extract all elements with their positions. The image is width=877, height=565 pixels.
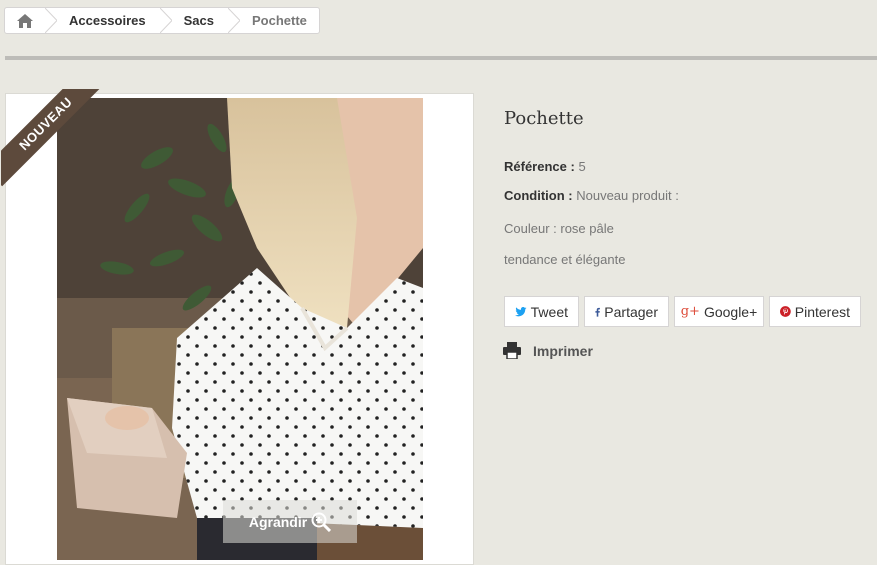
twitter-icon [515, 306, 527, 316]
product-image-panel: Agrandir NOUVEAU [1, 89, 474, 565]
breadcrumb-separator-icon [159, 8, 172, 33]
google-plus-icon: g+ [680, 304, 700, 319]
condition-label: Condition : [504, 188, 573, 203]
breadcrumb-current: Pochette [228, 8, 319, 33]
share-label: Partager [604, 303, 658, 320]
print-label: Imprimer [533, 342, 593, 359]
condition-value: Nouveau produit : [576, 188, 679, 203]
home-icon [17, 13, 33, 28]
reference-label: Référence : [504, 159, 575, 174]
breadcrumb-separator-icon [45, 8, 57, 33]
new-badge: NOUVEAU [1, 89, 101, 189]
facebook-share-button[interactable]: Partager [584, 296, 669, 327]
pinterest-button[interactable]: Pinterest [769, 296, 861, 327]
enlarge-button[interactable]: Agrandir [223, 500, 357, 543]
breadcrumb-separator-icon [228, 8, 240, 33]
pinterest-icon [780, 306, 791, 317]
product-title: Pochette [504, 108, 584, 129]
product-photo-image [57, 98, 423, 560]
tweet-button[interactable]: Tweet [504, 296, 579, 327]
breadcrumb-item-sacs[interactable]: Sacs [159, 8, 228, 33]
printer-icon [503, 342, 521, 359]
google-plus-button[interactable]: g+ Google+ [674, 296, 764, 327]
product-condition: Condition : Nouveau produit : [504, 188, 679, 203]
breadcrumb-home[interactable] [5, 8, 45, 33]
zoom-in-icon [311, 512, 332, 532]
enlarge-label: Agrandir [248, 513, 308, 530]
product-description-line: Couleur : rose pâle [504, 221, 614, 236]
new-badge-label: NOUVEAU [1, 89, 101, 187]
breadcrumb-item-accessoires[interactable]: Accessoires [45, 8, 160, 33]
breadcrumb-current-label: Pochette [252, 13, 307, 28]
breadcrumb: Accessoires Sacs Pochette [4, 7, 320, 34]
tweet-label: Tweet [530, 303, 568, 320]
print-button[interactable]: Imprimer [503, 342, 593, 359]
google-label: Google+ [703, 303, 758, 320]
pinterest-label: Pinterest [794, 303, 850, 320]
product-description-line: tendance et élégante [504, 252, 626, 267]
breadcrumb-label: Accessoires [69, 13, 146, 28]
product-photo[interactable]: Agrandir [57, 98, 423, 560]
divider [5, 56, 877, 60]
social-share-buttons: Tweet Partager g+ Google+ Pinterest [504, 296, 861, 327]
facebook-icon [595, 307, 600, 317]
product-reference: Référence : 5 [504, 159, 586, 174]
breadcrumb-label: Sacs [183, 13, 214, 28]
reference-value: 5 [578, 159, 586, 174]
